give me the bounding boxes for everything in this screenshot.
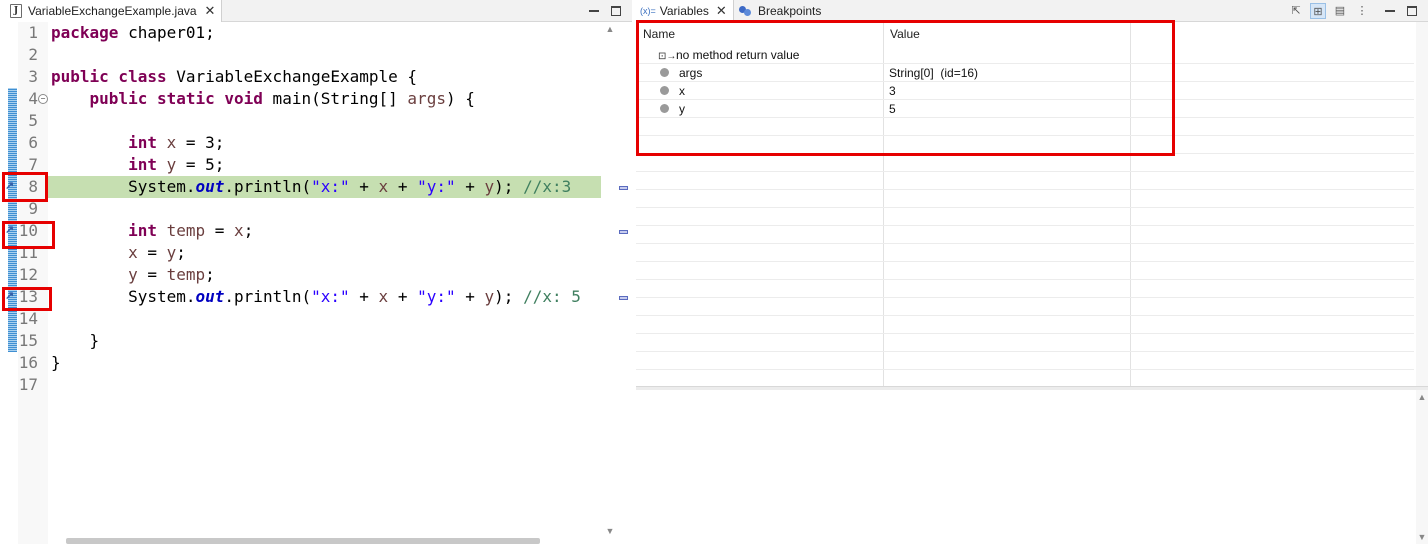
empty-row: [636, 154, 1414, 172]
variables-tab-bar: (x)= Variables ✕ Breakpoints ⇱ ⊞ ▤ ⋮: [636, 0, 1428, 22]
code-line: y = temp;: [128, 265, 215, 284]
close-icon[interactable]: ✕: [205, 3, 216, 19]
code-line: }: [89, 331, 100, 350]
file-tab-title: VariableExchangeExample.java: [28, 4, 197, 18]
line-number: 12: [18, 265, 38, 284]
code-area[interactable]: package chaper01; public class VariableE…: [48, 22, 601, 544]
detail-vertical-scrollbar[interactable]: ▲ ▼: [1416, 390, 1428, 544]
scroll-up-arrow-icon[interactable]: ▲: [1416, 392, 1428, 402]
line-number: 6: [28, 133, 38, 152]
line-number: 16: [18, 353, 38, 372]
minimize-icon[interactable]: [586, 2, 602, 18]
overview-breakpoint-marker[interactable]: [619, 186, 628, 190]
overview-ruler[interactable]: [604, 22, 632, 544]
empty-row: [636, 298, 1414, 316]
tab-variables-label: Variables: [659, 4, 709, 18]
horizontal-scrollbar[interactable]: [66, 538, 540, 544]
overview-breakpoint-marker[interactable]: [619, 230, 628, 234]
empty-row: [636, 280, 1414, 298]
fold-collapse-icon[interactable]: −: [38, 94, 48, 104]
highlight-variables-table: [636, 20, 1175, 156]
java-editor[interactable]: J VariableExchangeExample.java ✕ 1 2 3 4…: [0, 0, 632, 544]
empty-row: [636, 190, 1414, 208]
variables-icon: (x)=: [640, 6, 656, 16]
line-number: 2: [28, 45, 38, 64]
code-line: package chaper01;: [51, 23, 215, 42]
code-line: public static void main(String[] args) {: [89, 89, 475, 108]
line-number-gutter: 1 2 3 4− 5 6 7 8 9 10 11 12 13 14 15 16 …: [18, 22, 48, 544]
highlight-breakpoint-line-8: [2, 172, 48, 202]
tab-variables[interactable]: (x)= Variables ✕: [636, 0, 734, 22]
line-number: 14: [18, 309, 38, 328]
empty-row: [636, 244, 1414, 262]
empty-row: [636, 316, 1414, 334]
editor-file-tab[interactable]: J VariableExchangeExample.java ✕: [0, 0, 222, 22]
line-number: 5: [28, 111, 38, 130]
scroll-down-arrow-icon[interactable]: ▼: [604, 526, 616, 536]
tab-breakpoints-label: Breakpoints: [758, 4, 822, 18]
debug-range-marker: [8, 88, 17, 352]
detail-pane[interactable]: [636, 390, 1428, 544]
empty-row: [636, 262, 1414, 280]
maximize-icon[interactable]: [608, 2, 624, 18]
view-menu-icon[interactable]: ⋮: [1354, 3, 1370, 19]
editor-tab-bar: J VariableExchangeExample.java ✕: [0, 0, 632, 22]
vertical-scrollbar[interactable]: [1416, 22, 1428, 386]
line-number: 4−: [18, 88, 48, 110]
current-execution-line: System.out.println("x:" + x + "y:" + y);…: [48, 176, 601, 198]
code-line: int x = 3;: [128, 133, 225, 152]
minimize-icon[interactable]: [1382, 3, 1398, 19]
code-line: }: [51, 353, 61, 372]
code-line: int y = 5;: [128, 155, 225, 174]
empty-row: [636, 172, 1414, 190]
code-line: int temp = x;: [128, 221, 254, 240]
annotation-ruler: [0, 22, 18, 544]
scroll-up-arrow-icon[interactable]: ▲: [604, 24, 616, 34]
breakpoints-icon: [739, 6, 753, 16]
line-number: 1: [28, 23, 38, 42]
collapse-all-icon[interactable]: ⇱: [1288, 3, 1304, 19]
close-icon[interactable]: ✕: [716, 3, 727, 19]
java-file-icon: J: [10, 4, 22, 18]
highlight-breakpoint-line-13: [2, 287, 52, 311]
maximize-icon[interactable]: [1404, 3, 1420, 19]
line-number: 17: [18, 375, 38, 394]
empty-row: [636, 334, 1414, 352]
empty-row: [636, 208, 1414, 226]
scroll-down-arrow-icon[interactable]: ▼: [1416, 532, 1428, 542]
line-number: 3: [28, 67, 38, 86]
show-type-names-icon[interactable]: ⊞: [1310, 3, 1326, 19]
empty-row: [636, 352, 1414, 370]
code-line: x = y;: [128, 243, 186, 262]
tab-breakpoints[interactable]: Breakpoints: [739, 0, 821, 22]
code-line: public class VariableExchangeExample {: [51, 67, 418, 86]
code-line: System.out.println("x:" + x + "y:" + y);…: [128, 287, 581, 306]
overview-breakpoint-marker[interactable]: [619, 296, 628, 300]
layout-icon[interactable]: ▤: [1332, 3, 1348, 19]
line-number: 15: [18, 331, 38, 350]
highlight-breakpoint-line-10: [2, 221, 55, 249]
empty-row: [636, 226, 1414, 244]
